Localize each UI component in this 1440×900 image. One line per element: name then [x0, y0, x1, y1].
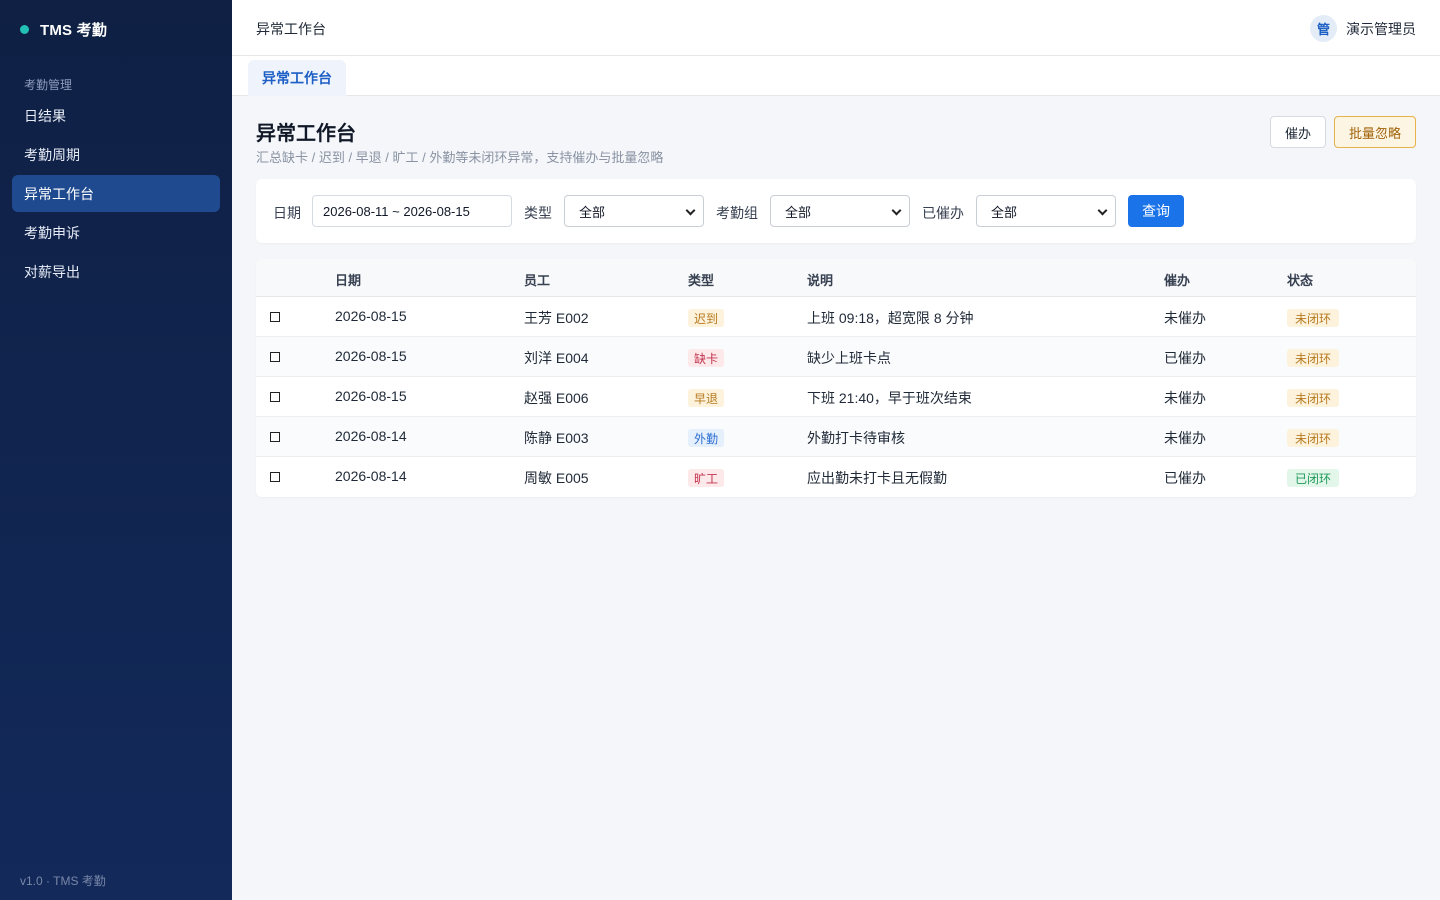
cell-date: 2026-08-15	[335, 308, 407, 324]
page-subtitle: 汇总缺卡 / 迟到 / 早退 / 旷工 / 外勤等未闭环异常，支持催办与批量忽略	[256, 150, 664, 165]
status-badge: 未闭环	[1287, 309, 1340, 327]
sidebar-item-appeals[interactable]: 考勤申诉	[12, 214, 220, 251]
table-header: 日期 员工 类型 说明 催办 状态	[256, 259, 1416, 297]
query-button[interactable]: 查询	[1128, 195, 1184, 227]
cell-urge: 已催办	[1164, 350, 1206, 366]
sidebar-item-label: 对薪导出	[24, 263, 80, 280]
chevron-down-icon	[685, 205, 696, 216]
status-badge: 未闭环	[1287, 349, 1340, 367]
column-header-description: 说明	[807, 273, 834, 288]
urged-select[interactable]: 全部	[976, 195, 1116, 227]
version-label: v1.0 · TMS 考勤	[20, 874, 106, 888]
sidebar-item-daily-results[interactable]: 日结果	[12, 97, 220, 134]
cell-date: 2026-08-14	[335, 468, 407, 484]
cell-employee: 陈静 E003	[524, 430, 589, 446]
filter-bar: 日期 2026-08-11 ~ 2026-08-15 类型 全部 考勤组 全部 …	[256, 179, 1416, 243]
type-badge: 外勤	[688, 429, 725, 447]
sidebar: TMS 考勤 考勤管理 日结果 考勤周期 异常工作台 考勤申诉 对薪导出 v1.…	[0, 0, 232, 900]
cell-date: 2026-08-15	[335, 348, 407, 364]
type-badge: 缺卡	[688, 349, 725, 367]
cell-description: 应出勤未打卡且无假勤	[807, 470, 947, 486]
brand[interactable]: TMS 考勤	[20, 18, 107, 40]
brand-title: TMS 考勤	[40, 21, 108, 39]
tab-strip: 异常工作台	[232, 56, 1440, 96]
column-header-urge: 催办	[1164, 273, 1191, 288]
table-row[interactable]: 2026-08-15 赵强 E006 早退 下班 21:40，早于班次结束 未催办 未闭环	[256, 377, 1416, 417]
sidebar-item-label: 异常工作台	[24, 185, 94, 202]
row-checkbox[interactable]	[270, 472, 280, 482]
date-range-input[interactable]: 2026-08-11 ~ 2026-08-15	[312, 195, 512, 227]
table-row[interactable]: 2026-08-15 刘洋 E004 缺卡 缺少上班卡点 已催办 未闭环	[256, 337, 1416, 377]
cell-description: 下班 21:40，早于班次结束	[807, 390, 972, 406]
exception-table: 日期 员工 类型 说明 催办 状态 2026-08-15 王芳 E002 迟到 上班 …	[256, 259, 1416, 497]
sidebar-item-label: 日结果	[24, 107, 66, 124]
urged-select-value: 全部	[991, 204, 1018, 220]
column-header-status: 状态	[1287, 273, 1314, 288]
chevron-down-icon	[891, 205, 902, 216]
batch-ignore-button[interactable]: 批量忽略	[1334, 116, 1416, 148]
chevron-down-icon	[1097, 205, 1108, 216]
avatar: 管	[1310, 15, 1337, 42]
cell-urge: 未催办	[1164, 390, 1206, 406]
table-row[interactable]: 2026-08-14 周敏 E005 旷工 应出勤未打卡且无假勤 已催办 已闭环	[256, 457, 1416, 497]
status-badge: 未闭环	[1287, 389, 1340, 407]
brand-dot-icon	[20, 24, 29, 34]
cell-description: 外勤打卡待审核	[807, 430, 905, 446]
page-title: 异常工作台	[256, 123, 356, 145]
cell-date: 2026-08-15	[335, 388, 407, 404]
header-title: 异常工作台	[256, 21, 326, 37]
cell-employee: 赵强 E006	[524, 390, 589, 406]
cell-employee: 王芳 E002	[524, 310, 589, 326]
nav-section-title: 考勤管理	[24, 78, 73, 92]
status-badge: 未闭环	[1287, 429, 1340, 447]
type-label: 类型	[524, 205, 552, 221]
column-header-type: 类型	[688, 273, 715, 288]
table-row[interactable]: 2026-08-15 王芳 E002 迟到 上班 09:18，超宽限 8 分钟 未催办 未…	[256, 297, 1416, 337]
status-badge: 已闭环	[1287, 469, 1340, 487]
date-label: 日期	[273, 205, 301, 221]
type-select[interactable]: 全部	[564, 195, 704, 227]
urged-label: 已催办	[922, 205, 964, 221]
cell-urge: 未催办	[1164, 430, 1206, 446]
cell-urge: 未催办	[1164, 310, 1206, 326]
row-checkbox[interactable]	[270, 392, 280, 402]
sidebar-nav: 日结果 考勤周期 异常工作台 考勤申诉 对薪导出	[12, 97, 220, 292]
group-select[interactable]: 全部	[770, 195, 910, 227]
sidebar-item-label: 考勤周期	[24, 146, 80, 163]
cell-employee: 刘洋 E004	[524, 350, 589, 366]
type-badge: 早退	[688, 389, 725, 407]
sidebar-item-payroll-export[interactable]: 对薪导出	[12, 253, 220, 290]
cell-description: 缺少上班卡点	[807, 350, 891, 366]
row-checkbox[interactable]	[270, 352, 280, 362]
tab-exception-workbench[interactable]: 异常工作台	[248, 60, 346, 96]
type-badge: 迟到	[688, 309, 725, 327]
row-checkbox[interactable]	[270, 432, 280, 442]
sidebar-item-attendance-cycle[interactable]: 考勤周期	[12, 136, 220, 173]
user-name: 演示管理员	[1346, 20, 1416, 37]
sidebar-item-label: 考勤申诉	[24, 224, 80, 241]
type-select-value: 全部	[579, 204, 606, 220]
table-row[interactable]: 2026-08-14 陈静 E003 外勤 外勤打卡待审核 未催办 未闭环	[256, 417, 1416, 457]
cell-employee: 周敏 E005	[524, 470, 589, 486]
user-menu[interactable]: 管 演示管理员	[1310, 15, 1416, 42]
top-header: 异常工作台 管 演示管理员	[232, 0, 1440, 56]
date-range-value: 2026-08-11 ~ 2026-08-15	[323, 203, 470, 219]
sidebar-item-exception-workbench[interactable]: 异常工作台	[12, 175, 220, 212]
column-header-date: 日期	[335, 273, 362, 288]
cell-urge: 已催办	[1164, 470, 1206, 486]
urge-button[interactable]: 催办	[1270, 116, 1326, 148]
type-badge: 旷工	[688, 469, 725, 487]
cell-date: 2026-08-14	[335, 428, 407, 444]
group-label: 考勤组	[716, 205, 758, 221]
column-header-employee: 员工	[524, 273, 551, 288]
row-checkbox[interactable]	[270, 312, 280, 322]
group-select-value: 全部	[785, 204, 812, 220]
cell-description: 上班 09:18，超宽限 8 分钟	[807, 310, 974, 326]
